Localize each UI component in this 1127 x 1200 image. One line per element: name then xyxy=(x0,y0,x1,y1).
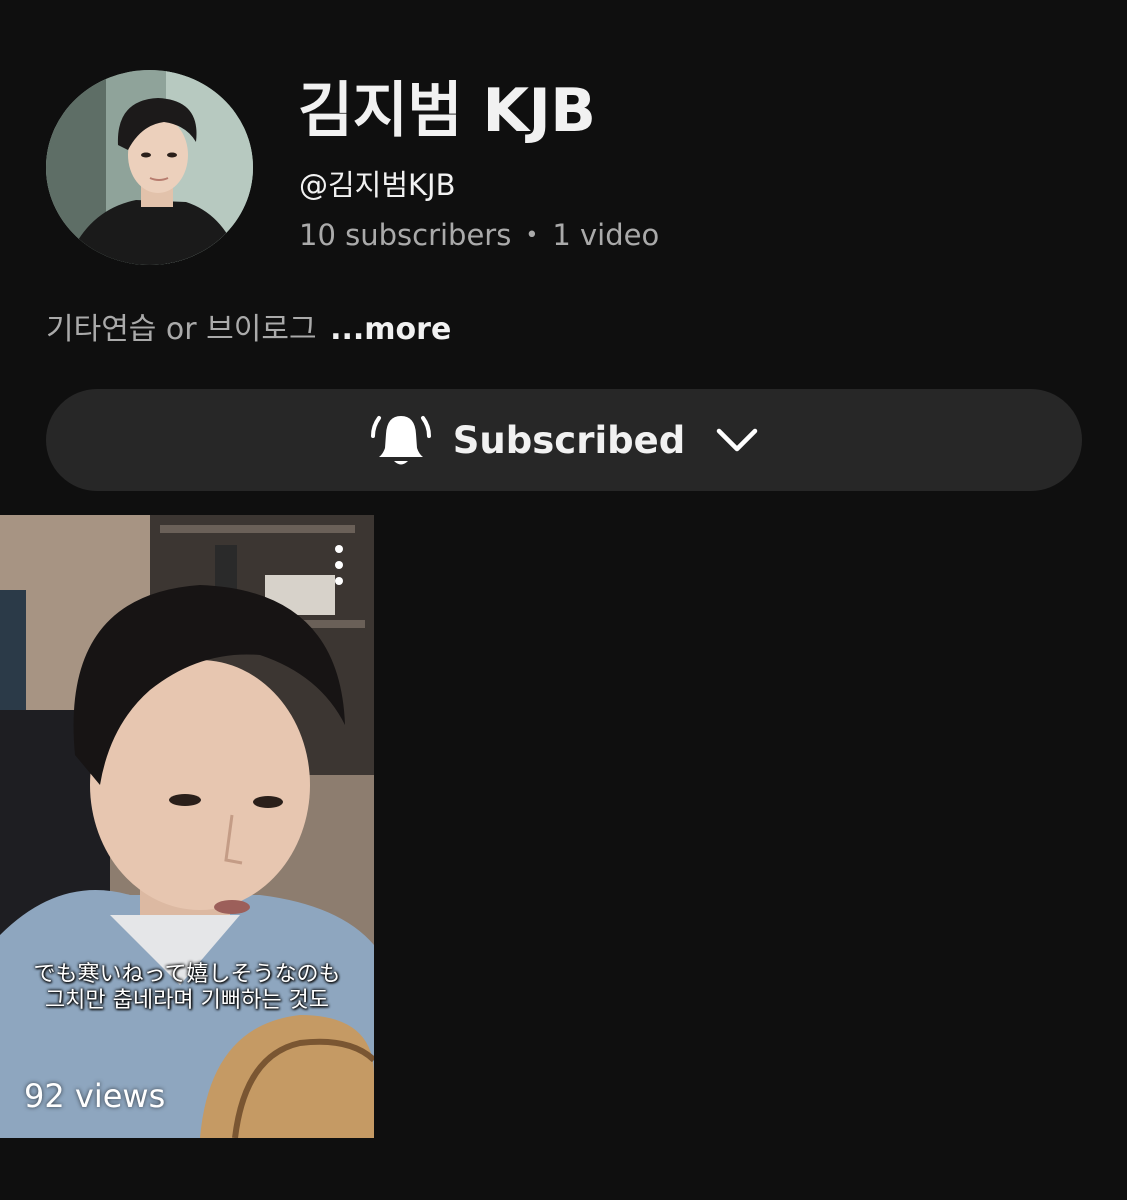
video-caption-line-1: でも寒いねって嬉しそうなのも xyxy=(33,962,341,987)
channel-description[interactable]: 기타연습 or 브이로그 ...more xyxy=(46,304,451,348)
subscribed-button[interactable]: Subscribed xyxy=(46,389,1082,491)
channel-stats: 10 subscribers • 1 video xyxy=(299,218,659,252)
subscribed-label: Subscribed xyxy=(452,418,686,462)
video-view-count: 92 views xyxy=(24,1077,166,1115)
chevron-down-icon xyxy=(716,428,758,452)
subscriber-count: 10 subscribers xyxy=(299,218,512,252)
avatar-image xyxy=(46,70,253,265)
bell-icon xyxy=(370,416,431,465)
stats-separator: • xyxy=(525,223,539,248)
channel-name: 김지범 KJB xyxy=(298,76,596,146)
more-link[interactable]: ...more xyxy=(330,312,451,347)
video-thumbnail[interactable]: でも寒いねって嬉しそうなのも 그치만 춥네라며 기뻐하는 것도 92 views xyxy=(0,515,374,1138)
channel-page: 김지범 KJB @김지범KJB 10 subscribers • 1 video 기… xyxy=(0,0,1127,1200)
channel-handle: @김지범KJB xyxy=(299,168,456,202)
channel-avatar[interactable] xyxy=(46,70,253,265)
thumbnail-image xyxy=(0,515,374,1138)
video-more-options-icon[interactable] xyxy=(326,545,352,585)
video-count: 1 video xyxy=(552,218,660,252)
description-text: 기타연습 or 브이로그 xyxy=(46,312,317,347)
video-caption-line-2: 그치만 춥네라며 기뻐하는 것도 xyxy=(44,988,330,1013)
